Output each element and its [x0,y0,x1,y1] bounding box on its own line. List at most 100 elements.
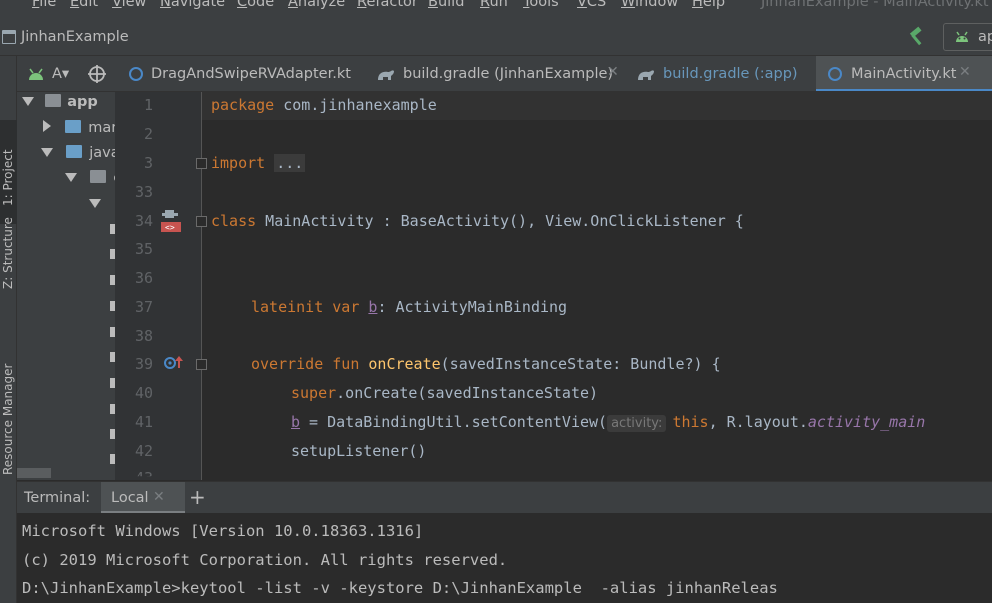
menu-refactor[interactable]: Refactor [357,0,418,10]
android-icon [29,68,43,80]
menu-edit[interactable]: Edit [70,0,98,10]
menu-window[interactable]: Window [621,0,678,10]
tab-label: MainActivity.kt [851,66,957,82]
tab-build-gradle-project[interactable]: build.gradle (JinhanExample) ✕ [375,56,623,91]
tab-label: DragAndSwipeRVAdapter.kt [151,66,351,82]
line-number: 35 [134,240,153,258]
navigation-bar: JinhanExample ap [0,20,992,56]
tab-dragandswipe[interactable]: DragAndSwipeRVAdapter.kt [125,56,369,91]
tree-item-app[interactable]: app [22,94,98,116]
expand-arrow-icon[interactable] [65,173,77,182]
code-text: , R.layout. [708,413,808,431]
menu-help[interactable]: Help [692,0,725,10]
hammer-icon[interactable] [906,26,928,48]
android-icon [956,31,968,42]
menu-vcs[interactable]: VCS [577,0,606,10]
close-icon[interactable]: ✕ [153,489,165,505]
layout-gutter-icon[interactable]: <> [160,209,182,233]
menu-navigate[interactable]: Navigate [160,0,225,10]
override-marker-icon[interactable] [163,354,183,372]
fold-toggle[interactable] [196,359,207,370]
project-folder-icon [2,30,16,44]
menu-code[interactable]: Code [237,0,274,10]
tree-item-label: app [67,94,98,110]
tab-build-gradle-app[interactable]: build.gradle (:app) ✕ [635,56,831,91]
expand-arrow-icon[interactable] [22,97,34,106]
code-text: setupListener() [291,442,427,460]
code-line-42: setupListener() [291,442,426,460]
tab-label: build.gradle (JinhanExample) [403,66,614,82]
tree-item-label: mar [88,120,115,136]
menu-build[interactable]: Build [428,0,464,10]
folder-icon [64,120,81,133]
tool-window-strip: 1: Project Z: Structure Resource Manager [0,56,17,603]
code-text: = DataBindingUtil.setContentView( [300,413,608,431]
line-number: 42 [134,442,153,460]
tab-label: build.gradle (:app) [663,66,798,82]
package-folder-icon [89,170,106,183]
code-text: com.jinhanexample [274,96,437,114]
project-panel: app mar java c [17,56,115,480]
code-line-34: class MainActivity : BaseActivity(), Vie… [211,212,744,230]
tool-tab-resource-manager[interactable]: Resource Manager [0,360,17,500]
menu-bar: File Edit View Navigate Code Analyze Ref… [0,0,992,20]
tool-tab-structure-label: Z: Structure [1,217,15,289]
terminal-tab-local[interactable]: Local ✕ [101,482,185,514]
expand-arrow-icon[interactable] [41,148,53,157]
gradle-icon [638,70,654,80]
expand-arrow-icon[interactable] [89,199,101,208]
line-number: 37 [134,298,153,316]
menu-view[interactable]: View [112,0,146,10]
keyword: override fun [251,355,360,373]
tree-item-java[interactable]: java [41,145,115,167]
keyword: super [291,384,337,402]
code-editor[interactable]: 1 2 3 33 34 35 36 37 38 39 40 41 42 43 <… [115,92,992,480]
folded-imports[interactable]: ... [274,154,306,172]
keyword: class [211,212,257,230]
target-icon[interactable] [88,65,106,83]
tree-item-label: java [89,145,115,161]
add-icon[interactable]: + [189,485,206,509]
editor-tab-bar: A▾ DragAndSwipeRVAdapter.kt build.gradle… [17,56,992,92]
menu-tools[interactable]: Tools [523,0,559,10]
breadcrumb-project[interactable]: JinhanExample [21,29,129,45]
line-number: 43 [134,469,153,480]
terminal-line: D:\JinhanExample>keytool -list -v -keyst… [22,579,778,597]
tool-tab-resource-manager-label: Resource Manager [1,363,15,475]
fold-toggle[interactable] [196,216,207,227]
keyword: lateinit var [251,298,360,316]
line-number: 41 [134,413,153,431]
terminal-output[interactable]: Microsoft Windows [Version 10.0.18363.13… [17,513,992,603]
line-number: 1 [143,96,153,114]
code-text: : ActivityMainBinding [377,298,568,316]
editor-gutter: 1 2 3 33 34 35 36 37 38 39 40 41 42 43 <… [115,92,202,480]
close-icon[interactable]: ✕ [959,64,971,80]
fold-toggle[interactable] [196,158,207,169]
tool-tab-project[interactable]: 1: Project [0,120,17,224]
tree-item-package[interactable]: c [65,170,115,192]
line-number: 38 [134,327,153,345]
horizontal-scrollbar[interactable] [17,468,51,478]
terminal-title: Terminal: [24,490,91,506]
function-name: onCreate [368,355,441,373]
terminal-line: Microsoft Windows [Version 10.0.18363.13… [22,522,424,540]
menu-file[interactable]: File [32,0,56,10]
collapse-arrow-icon[interactable] [43,120,51,132]
tree-item-manifests[interactable]: mar [43,120,115,142]
tool-tab-structure[interactable]: Z: Structure [0,217,17,326]
terminal-tab-label: Local [111,490,149,506]
tab-mainactivity[interactable]: MainActivity.kt ✕ [816,56,992,91]
run-configuration-select[interactable]: ap [943,23,992,51]
line-number: 36 [134,269,153,287]
terminal-line: (c) 2019 Microsoft Corporation. All righ… [22,551,508,569]
line-number: 33 [134,183,153,201]
line-number: 2 [143,125,153,143]
close-icon[interactable]: ✕ [607,64,619,80]
folder-icon [65,145,82,158]
line-number: 34 [134,212,153,230]
tree-item-subpackage[interactable] [89,196,101,218]
keyword: import [211,154,266,172]
tab-toolbar[interactable]: A▾ [17,56,113,91]
menu-analyze[interactable]: Analyze [288,0,345,10]
menu-run[interactable]: Run [480,0,508,10]
